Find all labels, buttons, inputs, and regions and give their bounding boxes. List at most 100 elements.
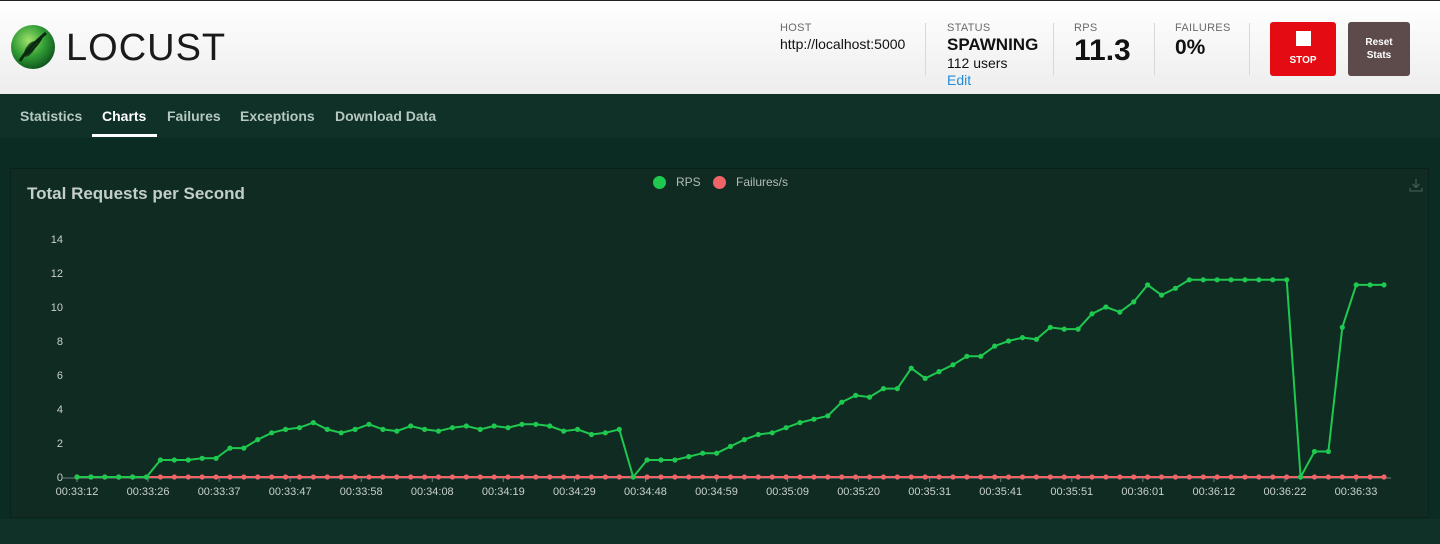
rps-data-point[interactable] bbox=[727, 443, 734, 449]
rps-data-point[interactable] bbox=[185, 457, 191, 463]
failures-data-point[interactable] bbox=[1061, 474, 1067, 480]
rps-data-point[interactable] bbox=[797, 420, 803, 426]
failures-data-point[interactable] bbox=[1339, 474, 1345, 480]
rps-data-point[interactable] bbox=[630, 474, 636, 480]
failures-data-point[interactable] bbox=[741, 474, 748, 480]
failures-data-point[interactable] bbox=[1158, 474, 1165, 480]
rps-data-point[interactable] bbox=[282, 426, 289, 432]
failures-data-point[interactable] bbox=[672, 474, 678, 480]
rps-data-point[interactable] bbox=[1256, 277, 1262, 283]
failures-data-point[interactable] bbox=[505, 474, 511, 480]
failures-data-point[interactable] bbox=[783, 474, 789, 480]
rps-data-point[interactable] bbox=[1033, 336, 1039, 342]
rps-data-point[interactable] bbox=[1200, 277, 1206, 283]
failures-data-point[interactable] bbox=[435, 474, 442, 480]
failures-data-point[interactable] bbox=[992, 474, 998, 480]
rps-data-point[interactable] bbox=[644, 457, 650, 463]
failures-data-point[interactable] bbox=[839, 474, 845, 480]
failures-data-point[interactable] bbox=[686, 474, 692, 480]
rps-data-point[interactable] bbox=[1270, 277, 1276, 283]
rps-data-point[interactable] bbox=[658, 457, 664, 463]
failures-data-point[interactable] bbox=[519, 474, 525, 480]
rps-data-point[interactable] bbox=[422, 426, 428, 432]
failures-data-point[interactable] bbox=[602, 474, 608, 480]
rps-data-point[interactable] bbox=[143, 474, 150, 480]
failures-data-point[interactable] bbox=[1367, 474, 1373, 480]
tab-download-data[interactable]: Download Data bbox=[335, 94, 436, 138]
rps-data-point[interactable] bbox=[853, 392, 859, 398]
rps-data-point[interactable] bbox=[171, 457, 177, 463]
failures-data-point[interactable] bbox=[1145, 474, 1151, 480]
failures-data-point[interactable] bbox=[1172, 474, 1179, 480]
failures-data-point[interactable] bbox=[533, 474, 539, 480]
rps-data-point[interactable] bbox=[1172, 285, 1179, 291]
failures-data-point[interactable] bbox=[811, 474, 817, 480]
rps-data-point[interactable] bbox=[519, 421, 525, 427]
rps-data-point[interactable] bbox=[866, 394, 873, 400]
rps-data-point[interactable] bbox=[783, 425, 789, 431]
rps-data-point[interactable] bbox=[366, 421, 372, 427]
failures-data-point[interactable] bbox=[1117, 474, 1123, 480]
failures-data-point[interactable] bbox=[1284, 474, 1290, 480]
rps-data-point[interactable] bbox=[1381, 282, 1387, 288]
rps-data-point[interactable] bbox=[435, 428, 442, 434]
failures-data-point[interactable] bbox=[185, 474, 191, 480]
rps-data-point[interactable] bbox=[1339, 324, 1345, 330]
rps-data-point[interactable] bbox=[547, 423, 553, 429]
failures-data-point[interactable] bbox=[574, 474, 581, 480]
failures-data-point[interactable] bbox=[1033, 474, 1039, 480]
rps-data-point[interactable] bbox=[1103, 304, 1109, 310]
failures-data-point[interactable] bbox=[1311, 474, 1318, 480]
failures-data-point[interactable] bbox=[1103, 474, 1109, 480]
failures-data-point[interactable] bbox=[324, 474, 330, 480]
rps-data-point[interactable] bbox=[463, 423, 469, 429]
rps-data-point[interactable] bbox=[408, 423, 414, 429]
rps-data-point[interactable] bbox=[1158, 292, 1165, 298]
rps-data-point[interactable] bbox=[241, 445, 247, 451]
rps-data-point[interactable] bbox=[102, 474, 108, 480]
failures-data-point[interactable] bbox=[199, 474, 205, 480]
rps-data-point[interactable] bbox=[255, 437, 261, 443]
tab-failures[interactable]: Failures bbox=[167, 94, 221, 138]
rps-data-point[interactable] bbox=[950, 362, 956, 368]
rps-data-point[interactable] bbox=[755, 431, 761, 438]
rps-data-point[interactable] bbox=[992, 343, 998, 349]
failures-data-point[interactable] bbox=[394, 474, 400, 480]
rps-data-point[interactable] bbox=[74, 474, 80, 480]
rps-data-point[interactable] bbox=[116, 474, 122, 480]
failures-data-point[interactable] bbox=[880, 474, 887, 480]
rps-data-point[interactable] bbox=[978, 353, 984, 359]
failures-data-point[interactable] bbox=[422, 474, 428, 480]
rps-data-point[interactable] bbox=[1005, 338, 1012, 344]
rps-data-point[interactable] bbox=[1145, 282, 1151, 288]
failures-data-point[interactable] bbox=[1200, 474, 1206, 480]
rps-data-point[interactable] bbox=[825, 413, 831, 419]
tab-exceptions[interactable]: Exceptions bbox=[240, 94, 315, 138]
rps-data-point[interactable] bbox=[908, 365, 914, 371]
failures-data-point[interactable] bbox=[449, 474, 456, 480]
rps-data-point[interactable] bbox=[1019, 335, 1026, 341]
rps-data-point[interactable] bbox=[1311, 448, 1318, 455]
failures-data-point[interactable] bbox=[936, 474, 942, 480]
rps-data-point[interactable] bbox=[380, 426, 386, 432]
rps-data-point[interactable] bbox=[1131, 299, 1137, 305]
failures-data-point[interactable] bbox=[463, 474, 469, 480]
rps-data-point[interactable] bbox=[811, 416, 817, 422]
rps-data-point[interactable] bbox=[296, 425, 303, 431]
rps-data-point[interactable] bbox=[505, 425, 511, 431]
rps-data-point[interactable] bbox=[352, 426, 358, 432]
failures-data-point[interactable] bbox=[157, 474, 164, 480]
rps-data-point[interactable] bbox=[324, 426, 330, 432]
rps-data-point[interactable] bbox=[1186, 277, 1192, 283]
failures-data-point[interactable] bbox=[755, 474, 761, 480]
failures-data-point[interactable] bbox=[964, 474, 970, 480]
rps-data-point[interactable] bbox=[880, 386, 887, 392]
failures-data-point[interactable] bbox=[713, 474, 720, 480]
failures-data-point[interactable] bbox=[269, 474, 275, 480]
reset-stats-button[interactable]: Reset Stats bbox=[1348, 22, 1410, 76]
failures-data-point[interactable] bbox=[491, 474, 497, 480]
rps-data-point[interactable] bbox=[561, 428, 567, 434]
failures-data-point[interactable] bbox=[769, 474, 775, 480]
rps-data-point[interactable] bbox=[491, 423, 497, 429]
rps-data-point[interactable] bbox=[1297, 474, 1304, 480]
